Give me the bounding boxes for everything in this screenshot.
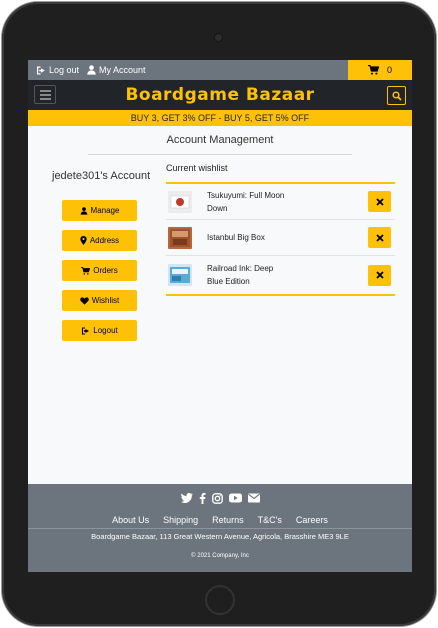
sign-out-icon: [37, 66, 45, 74]
menu-bar-icon: [39, 97, 51, 100]
title-divider: [88, 154, 352, 155]
wishlist-row: Tsukuyumi: Full Moon Down: [166, 184, 395, 220]
close-icon: [375, 197, 384, 206]
orders-button[interactable]: Orders: [62, 260, 137, 281]
footer-link-tcs[interactable]: T&C's: [258, 515, 282, 525]
footer-link-careers[interactable]: Careers: [296, 515, 328, 525]
top-bar: Log out My Account 0: [28, 60, 412, 80]
wishlist-row: Railroad Ink: Deep Blue Edition: [166, 256, 395, 294]
logout-button-label: Logout: [93, 326, 118, 335]
user-icon: [80, 206, 87, 215]
manage-button[interactable]: Manage: [62, 200, 137, 221]
search-icon: [391, 90, 402, 101]
account-name: jedete301's Account: [52, 170, 151, 182]
wishlist-label: Wishlist: [91, 296, 120, 305]
product-thumbnail[interactable]: [168, 190, 192, 213]
cart-count: 0: [386, 65, 392, 75]
youtube-icon[interactable]: [228, 493, 242, 504]
promo-banner: BUY 3, GET 3% OFF - BUY 5, GET 5% OFF: [28, 110, 412, 126]
page-title: Account Management: [166, 134, 274, 146]
tablet-frame: Log out My Account 0 Boardgame Bazaar BU…: [2, 2, 436, 626]
remove-button[interactable]: [368, 264, 391, 286]
product-name[interactable]: Istanbul Big Box: [207, 231, 287, 244]
envelope-icon[interactable]: [247, 493, 260, 504]
wishlist-title: Current wishlist: [166, 163, 228, 173]
close-icon: [375, 271, 384, 279]
cart-icon: [367, 65, 379, 75]
home-button: [205, 585, 235, 615]
menu-bar-icon: [39, 89, 51, 92]
wishlist-button[interactable]: Wishlist: [62, 290, 137, 311]
footer-links: About Us Shipping Returns T&C's Careers: [28, 515, 412, 525]
company-address: Boardgame Bazaar, 113 Great Western Aven…: [91, 532, 349, 541]
sign-out-icon: [82, 326, 90, 335]
heart-icon: [79, 296, 89, 305]
instagram-icon[interactable]: [211, 493, 223, 504]
product-name[interactable]: Tsukuyumi: Full Moon Down: [207, 189, 287, 215]
product-thumbnail[interactable]: [168, 226, 192, 249]
logout-link[interactable]: Log out: [36, 65, 79, 75]
header: Boardgame Bazaar: [28, 80, 412, 110]
menu-toggle-button[interactable]: [34, 85, 56, 104]
remove-button[interactable]: [368, 191, 391, 212]
orders-label: Orders: [93, 266, 118, 275]
manage-label: Manage: [90, 206, 120, 215]
social-links: [28, 493, 412, 504]
cart-icon: [81, 266, 91, 275]
camera-dot: [214, 33, 223, 42]
my-account-link[interactable]: My Account: [87, 65, 146, 75]
twitter-icon[interactable]: [180, 493, 193, 504]
logout-button[interactable]: Logout: [62, 320, 137, 341]
search-button[interactable]: [387, 86, 406, 105]
close-icon: [375, 233, 384, 242]
product-thumbnail[interactable]: [168, 264, 192, 286]
user-icon: [87, 65, 96, 75]
remove-button[interactable]: [368, 227, 391, 248]
copyright: © 2021 Company, Inc: [191, 553, 249, 559]
my-account-label: My Account: [99, 65, 146, 75]
brand-logo[interactable]: Boardgame Bazaar: [125, 85, 314, 105]
address-label: Address: [89, 236, 120, 245]
facebook-icon[interactable]: [199, 493, 206, 504]
footer-divider: [28, 528, 412, 529]
menu-bar-icon: [39, 93, 51, 96]
footer-link-shipping[interactable]: Shipping: [163, 515, 198, 525]
map-marker-icon: [80, 236, 87, 245]
address-button[interactable]: Address: [62, 230, 137, 251]
footer-link-returns[interactable]: Returns: [212, 515, 244, 525]
footer-link-about-us[interactable]: About Us: [112, 515, 149, 525]
product-name[interactable]: Railroad Ink: Deep Blue Edition: [207, 262, 287, 288]
footer: About Us Shipping Returns T&C's Careers …: [28, 484, 412, 572]
wishlist-table: Tsukuyumi: Full Moon Down Istanbul Big B…: [166, 182, 395, 296]
main-content: Account Management jedete301's Account M…: [28, 126, 412, 499]
logout-label: Log out: [49, 65, 80, 75]
screen: Log out My Account 0 Boardgame Bazaar BU…: [28, 60, 412, 572]
wishlist-row: Istanbul Big Box: [166, 220, 395, 256]
cart-button[interactable]: 0: [348, 60, 412, 80]
